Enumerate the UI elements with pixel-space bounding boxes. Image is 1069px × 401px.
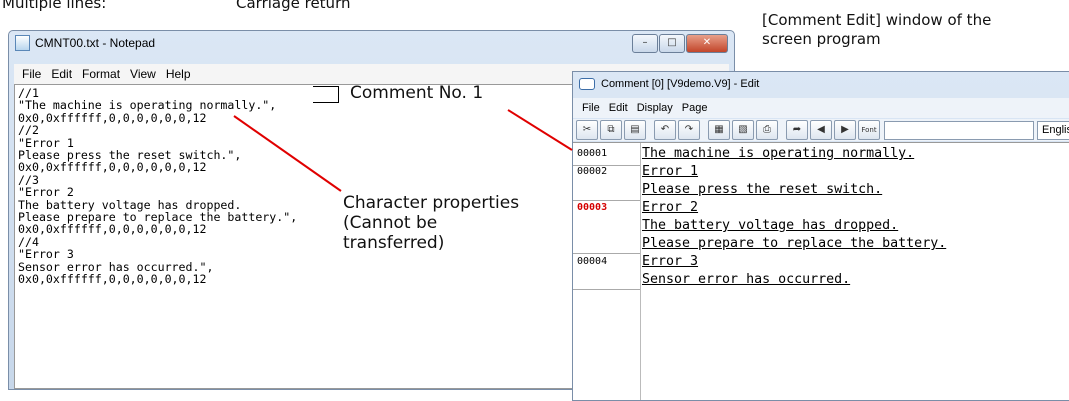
annotation-lines — [233, 109, 573, 192]
comment-no-leader-line — [507, 109, 573, 151]
character-properties-leader-line — [233, 115, 342, 192]
